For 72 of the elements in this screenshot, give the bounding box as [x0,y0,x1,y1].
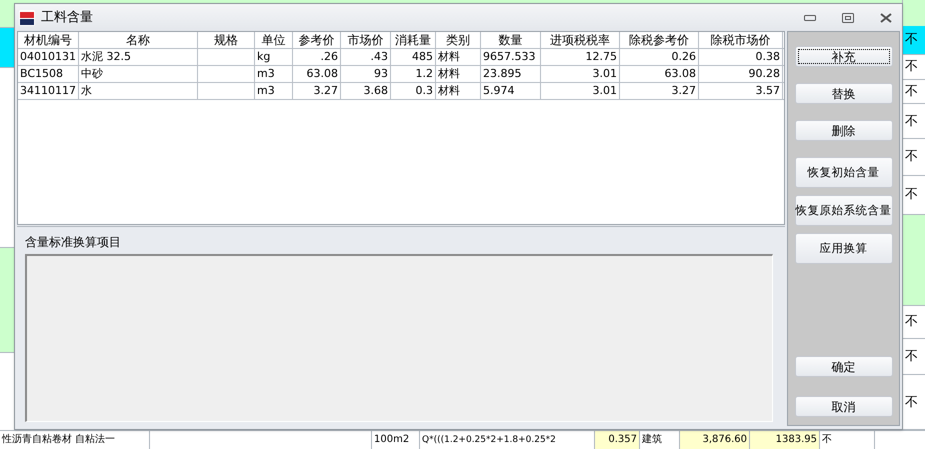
grid-cell-text: 0.357 [608,435,637,445]
grid-cell-text: 不 [822,435,832,445]
dialog-button[interactable]: 取消 [794,396,892,417]
table-cell: 63.08 [306,67,338,80]
grid-cell-text: 建筑 [642,435,662,445]
table-cell: 3.68 [364,84,388,97]
table-cell: 63.08 [664,67,696,80]
table-cell: 材料 [438,84,460,97]
table-cell: 材料 [438,50,460,63]
column-header[interactable]: 数量 [481,32,541,48]
table-cell: 12.75 [586,50,617,63]
table-cell: 水泥 32.5 [81,50,131,63]
column-header[interactable]: 除税市场价 [699,32,783,48]
table-cell: 3.01 [592,67,617,80]
column-header[interactable]: 规格 [198,32,255,48]
maximize-icon[interactable] [842,12,854,22]
table-cell: 90.28 [748,67,780,80]
table-cell: 3.57 [756,84,780,97]
column-header[interactable]: 参考价 [293,32,341,48]
grid-cell-text: 1383.95 [776,435,817,445]
grid-cell [0,28,14,68]
table-cell: 34110117 [20,84,76,97]
table-cell: 5.974 [483,84,514,97]
minimize-icon[interactable] [804,14,816,20]
close-icon[interactable] [880,12,892,22]
table-cell: .26 [320,50,338,63]
grid-cell: 不 [903,176,925,216]
grid-cell-text: 性沥青自粘卷材 自粘法一 [2,435,116,445]
table-cell: 23.895 [483,67,522,80]
section-label: 含量标准换算项目 [25,235,122,249]
column-header[interactable]: 材机编号 [18,32,79,48]
table-cell: m3 [257,84,275,97]
grid-cell: 不 [903,338,925,376]
column-header[interactable]: 市场价 [341,32,391,48]
dialog-button[interactable]: 删除 [794,120,892,141]
column-header[interactable]: 进项税税率 [541,32,620,48]
column-header[interactable]: 类别 [436,32,481,48]
dialog-button[interactable]: 恢复原始系统含量 [794,195,892,226]
column-header[interactable]: 除税参考价 [620,32,699,48]
table-cell: 水 [81,84,92,97]
table-cell: 1.2 [416,67,433,80]
table-cell: 04010131 [20,50,76,63]
column-header[interactable]: 单位 [255,32,293,48]
dialog-button[interactable]: 确定 [794,356,892,377]
grid-cell: 不 [903,80,925,104]
table-cell: 0.3 [416,84,433,97]
table-cell: 3.27 [672,84,696,97]
table-cell: .43 [370,50,388,63]
dialog-button[interactable]: 补充 [794,46,892,67]
window-title: 工料含量 [41,8,93,27]
table-cell: 485 [412,50,433,63]
grid-cell-text: Q*(((1.2+0.25*2+1.8+0.25*2 [422,436,556,444]
table-cell: kg [257,50,270,63]
app-logo-icon [19,10,35,26]
grid-cell-text: 100m2 [374,435,410,445]
table-cell: 中砂 [81,67,103,80]
table-cell: 9657.533 [483,50,536,63]
table-cell: m3 [257,67,275,80]
dialog-button[interactable]: 应用换算 [794,233,892,264]
column-header[interactable]: 消耗量 [391,32,436,48]
table-cell: 93 [374,67,388,80]
dialog-button[interactable]: 替换 [794,83,892,104]
column-header[interactable]: 名称 [79,32,198,48]
grid-cell-text: 3,876.60 [702,435,747,445]
table-cell: 0.26 [672,50,696,63]
dialog-button[interactable]: 恢复初始含量 [794,157,892,188]
table-cell: BC1508 [20,67,64,80]
table-cell: 0.38 [756,50,780,63]
table-cell: 3.27 [314,84,338,97]
table-cell: 3.01 [592,84,617,97]
grid-cell: 不 [903,26,925,55]
table-cell: 材料 [438,67,460,80]
